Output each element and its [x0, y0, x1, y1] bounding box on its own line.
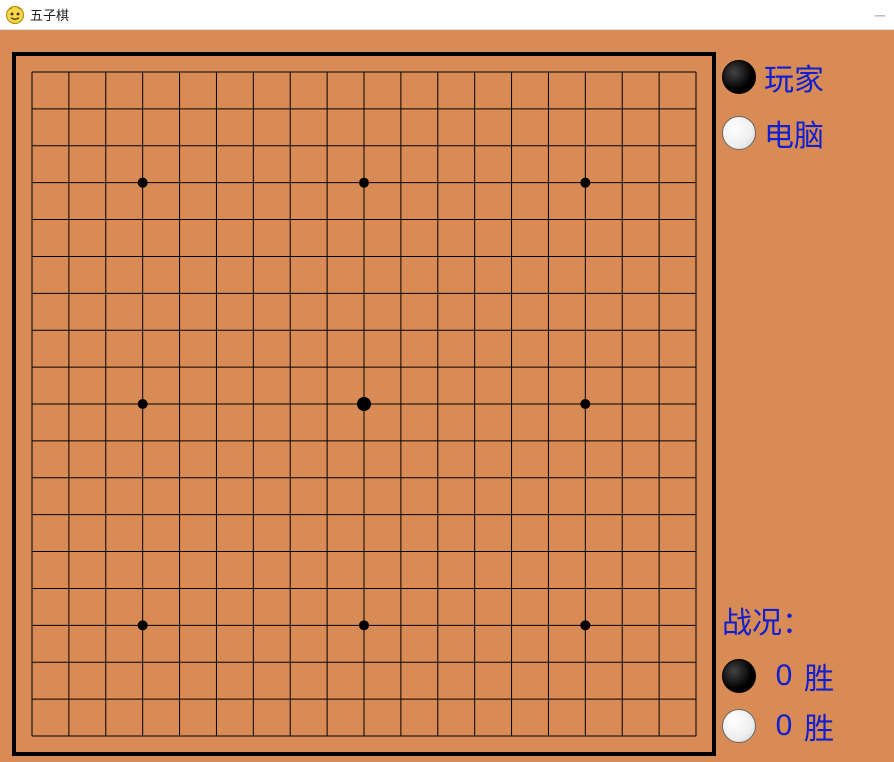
- score-row-white: 0 胜: [722, 702, 892, 750]
- legend-computer-label: 电脑: [764, 111, 824, 155]
- window-titlebar: 五子棋 ─: [0, 0, 894, 30]
- score-white-value: 0: [764, 709, 804, 743]
- score-white-winlabel: 胜: [804, 704, 834, 748]
- window-title: 五子棋: [30, 5, 69, 24]
- legend-computer: 电脑: [722, 108, 892, 158]
- black-stone-icon: [722, 659, 756, 693]
- score-black-winlabel: 胜: [804, 654, 834, 698]
- status-block: 战况： 0 胜 0 胜: [722, 598, 892, 752]
- game-client-area: 玩家 电脑 战况： 0 胜 0 胜: [0, 30, 894, 762]
- legend-player: 玩家: [722, 52, 892, 102]
- window-controls: ─: [870, 0, 890, 30]
- score-black-value: 0: [764, 659, 804, 693]
- legend-player-label: 玩家: [764, 55, 824, 99]
- board-grid[interactable]: [12, 52, 716, 756]
- white-stone-icon: [722, 116, 756, 150]
- white-stone-icon: [722, 709, 756, 743]
- minimize-button[interactable]: ─: [870, 0, 890, 30]
- black-stone-icon: [722, 60, 756, 94]
- game-board[interactable]: [12, 52, 716, 756]
- status-title: 战况：: [722, 598, 892, 642]
- score-row-black: 0 胜: [722, 652, 892, 700]
- app-icon: [6, 6, 24, 24]
- sidebar: 玩家 电脑 战况： 0 胜 0 胜: [722, 52, 892, 756]
